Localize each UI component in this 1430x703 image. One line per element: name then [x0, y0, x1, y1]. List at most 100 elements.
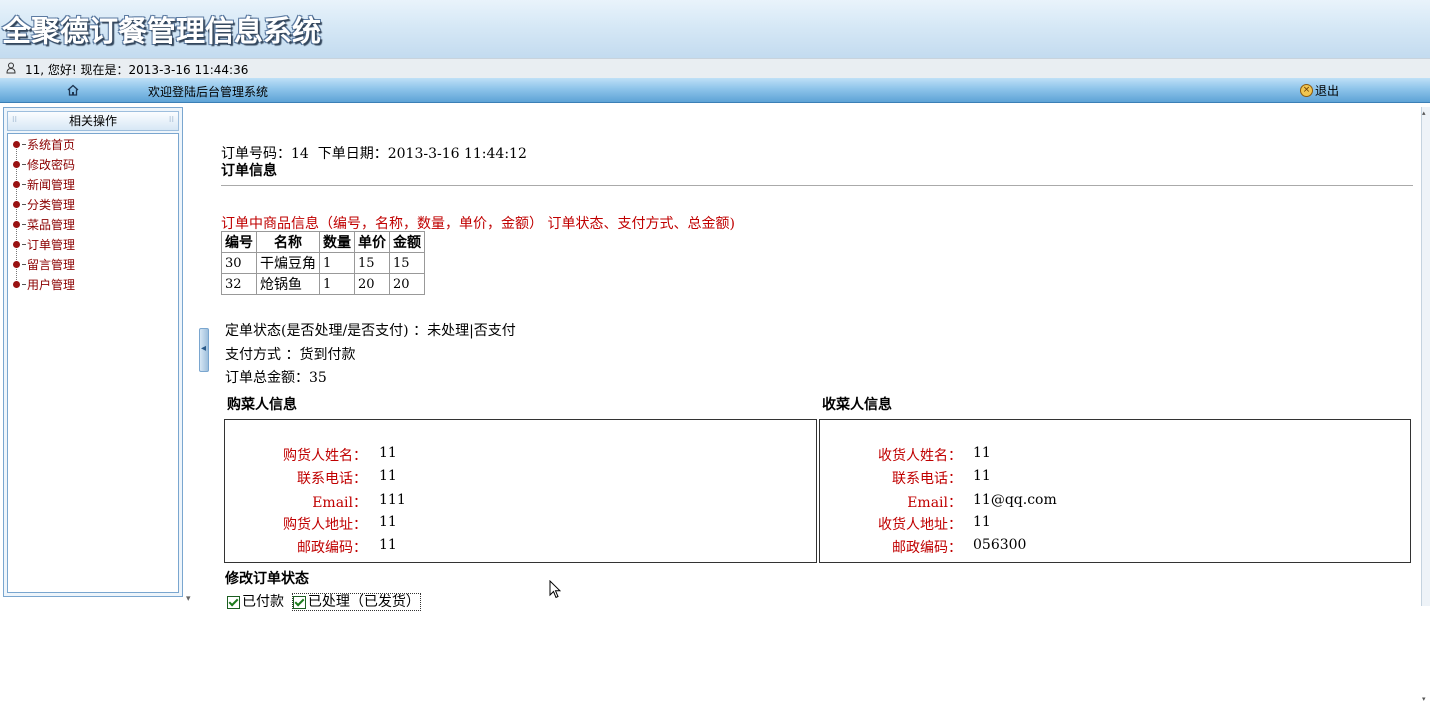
sidebar-item-orders[interactable]: 订单管理	[13, 236, 75, 252]
vertical-scrollbar[interactable]: ▴ ▾	[1421, 107, 1430, 703]
app-title: 全聚德订餐管理信息系统	[2, 14, 322, 48]
sidebar-item-category[interactable]: 分类管理	[13, 196, 75, 212]
order-items-table: 编号 名称 数量 单价 金额 30 干煸豆角 1 15 15 32 炝锅鱼 1 …	[221, 231, 425, 295]
bullet-icon	[13, 240, 20, 248]
home-icon[interactable]	[66, 83, 80, 97]
table-cell: 炝锅鱼	[256, 273, 320, 295]
bullet-icon	[13, 140, 20, 148]
receiver-section-title: 收菜人信息	[822, 397, 892, 413]
sidebar-item-label: 菜品管理	[27, 217, 76, 232]
paid-checkbox-label: 已付款	[242, 594, 284, 610]
paid-checkbox[interactable]: 已付款	[227, 594, 284, 610]
order-total-line: 订单总金额：35	[225, 370, 327, 386]
buyer-name-label: 购货人姓名：	[283, 448, 367, 464]
chevron-left-icon: ◂	[201, 343, 207, 354]
grip-icon: ⁝⁝	[168, 115, 174, 124]
sidebar-item-home[interactable]: 系统首页	[13, 136, 75, 152]
sidebar-collapse-handle[interactable]: ◂	[199, 328, 209, 372]
buyer-address-value: 11	[379, 514, 397, 530]
buyer-phone-value: 11	[379, 468, 397, 484]
welcome-text: 欢迎登陆后台管理系统	[148, 85, 269, 99]
bullet-icon	[13, 280, 20, 288]
user-icon	[6, 62, 16, 74]
divider	[221, 185, 1413, 186]
table-cell: 1	[319, 252, 355, 274]
sidebar-item-change-password[interactable]: 修改密码	[13, 156, 75, 172]
buyer-info-box: 购货人姓名： 11 联系电话： 11 Email： 111 购货人地址： 11 …	[224, 419, 817, 563]
sidebar-item-messages[interactable]: 留言管理	[13, 256, 75, 272]
receiver-info-box: 收货人姓名： 11 联系电话： 11 Email： 11@qq.com 收货人地…	[819, 419, 1411, 563]
checkbox-checked-icon[interactable]	[227, 595, 240, 609]
buyer-phone-label: 联系电话：	[297, 471, 367, 487]
table-cell: 15	[389, 252, 425, 274]
column-header: 金额	[389, 231, 425, 253]
receiver-email-label: Email：	[907, 495, 962, 511]
sidebar-menu: 系统首页 修改密码 新闻管理 分类管理 菜品管理 订单管理 留言管理 用户管理	[7, 133, 179, 593]
receiver-name-label: 收货人姓名：	[878, 448, 962, 464]
greeting-text: 11, 您好! 现在是：2013-3-16 11:44:36	[25, 63, 249, 77]
table-cell: 15	[354, 252, 390, 274]
sidebar-item-label: 订单管理	[27, 237, 76, 252]
sidebar-heading-label: 相关操作	[68, 114, 117, 128]
payment-method-line: 支付方式 ：货到付款	[225, 347, 356, 363]
scroll-down-icon[interactable]: ▾	[186, 594, 198, 606]
sidebar-item-label: 留言管理	[27, 257, 76, 272]
mouse-cursor-icon	[549, 580, 561, 599]
sidebar-item-label: 分类管理	[27, 197, 76, 212]
close-icon: ×	[1300, 84, 1313, 97]
order-date-label: 下单日期：	[317, 146, 388, 162]
bullet-icon	[13, 180, 20, 188]
bullet-icon	[13, 220, 20, 228]
buyer-zip-label: 邮政编码：	[297, 540, 367, 556]
header-banner: 全聚德订餐管理信息系统	[0, 0, 1430, 58]
buyer-email-value: 111	[379, 492, 406, 508]
order-number: 14	[291, 146, 309, 162]
column-header: 数量	[319, 231, 355, 253]
table-header-row: 编号 名称 数量 单价 金额	[221, 231, 425, 253]
buyer-section-title: 购菜人信息	[227, 397, 297, 413]
top-nav-bar: 欢迎登陆后台管理系统 × 退出	[0, 78, 1430, 103]
bullet-icon	[13, 200, 20, 208]
bullet-icon	[13, 260, 20, 268]
modify-status-title: 修改订单状态	[225, 571, 309, 587]
checkbox-checked-icon[interactable]	[292, 595, 306, 609]
buyer-name-value: 11	[379, 445, 397, 461]
logout-label: 退出	[1315, 84, 1340, 98]
status-checkboxes: 已付款 已处理（已发货）	[227, 591, 421, 611]
receiver-zip-label: 邮政编码：	[892, 540, 962, 556]
column-header: 名称	[256, 231, 320, 253]
order-date: 2013-3-16 11:44:12	[387, 146, 527, 162]
sidebar-item-news[interactable]: 新闻管理	[13, 176, 75, 192]
receiver-address-value: 11	[973, 514, 991, 530]
receiver-email-value: 11@qq.com	[973, 492, 1057, 508]
table-cell: 干煸豆角	[256, 252, 320, 274]
processed-checkbox[interactable]: 已处理（已发货）	[291, 593, 421, 611]
table-cell: 32	[221, 273, 257, 295]
sidebar-item-label: 系统首页	[27, 137, 76, 152]
items-caption: 订单中商品信息（编号，名称，数量，单价，金额） 订单状态、支付方式、总金额)	[221, 216, 735, 232]
sidebar-item-label: 修改密码	[27, 157, 76, 172]
sidebar-item-label: 用户管理	[27, 277, 76, 292]
scroll-up-icon[interactable]: ▴	[1422, 109, 1426, 117]
logout-button[interactable]: × 退出	[1300, 82, 1339, 99]
table-cell: 20	[354, 273, 390, 295]
order-status-line: 定单状态(是否处理/是否支付) ：未处理|否支付	[225, 323, 516, 339]
receiver-phone-value: 11	[973, 468, 991, 484]
table-cell: 30	[221, 252, 257, 274]
grip-icon: ⁝⁝	[12, 115, 18, 124]
receiver-address-label: 收货人地址：	[878, 517, 962, 533]
sidebar-heading: ⁝⁝ 相关操作 ⁝⁝	[7, 111, 179, 131]
bullet-icon	[13, 160, 20, 168]
scroll-down-icon[interactable]: ▾	[1422, 695, 1426, 703]
buyer-address-label: 购货人地址：	[283, 517, 367, 533]
sidebar-item-users[interactable]: 用户管理	[13, 276, 75, 292]
buyer-zip-value: 11	[379, 537, 397, 553]
buyer-email-label: Email：	[312, 495, 367, 511]
sidebar-item-dishes[interactable]: 菜品管理	[13, 216, 75, 232]
column-header: 编号	[221, 231, 257, 253]
user-bar: 11, 您好! 现在是：2013-3-16 11:44:36	[0, 58, 1430, 79]
table-row: 30 干煸豆角 1 15 15	[221, 252, 425, 274]
sidebar: ⁝⁝ 相关操作 ⁝⁝ 系统首页 修改密码 新闻管理 分类管理 菜品管理 订单管理	[3, 107, 183, 597]
receiver-zip-value: 056300	[973, 537, 1027, 553]
table-row: 32 炝锅鱼 1 20 20	[221, 273, 425, 295]
